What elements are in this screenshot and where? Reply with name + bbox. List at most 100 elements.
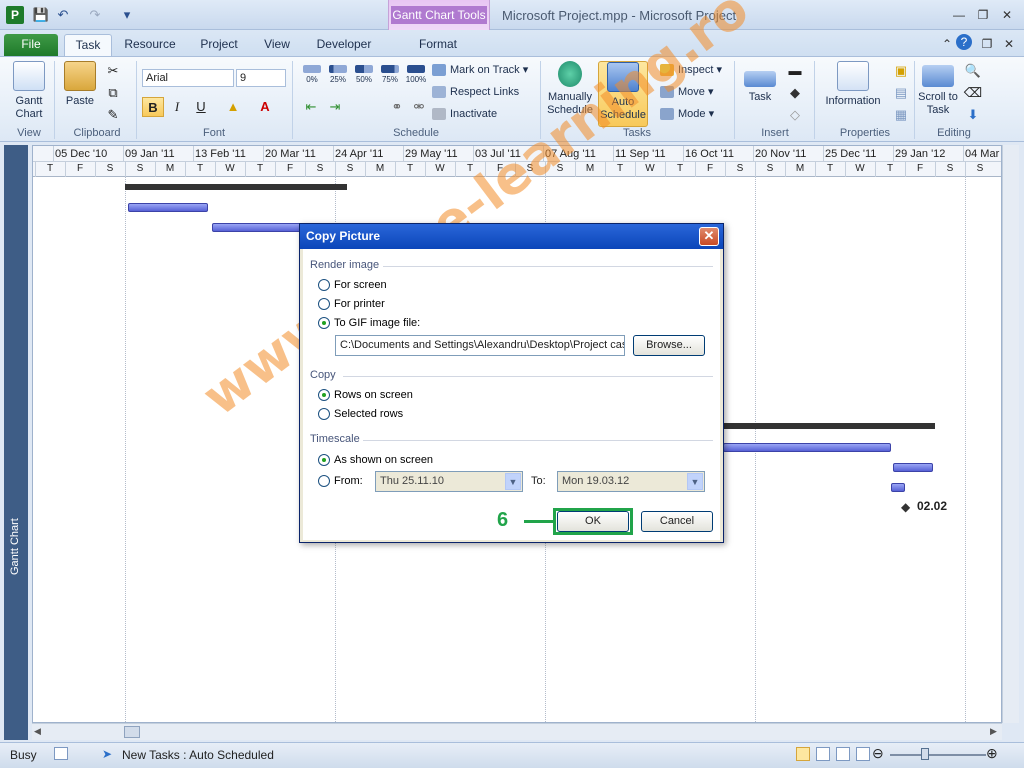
radio-button[interactable] — [318, 408, 330, 421]
percent-complete-button[interactable]: 100% — [404, 65, 428, 89]
mode-button[interactable]: Mode ▾ — [660, 105, 714, 123]
help-icon[interactable]: ? — [956, 34, 972, 50]
vertical-scrollbar[interactable] — [1002, 145, 1019, 723]
summary-task-icon[interactable]: ▬ — [784, 61, 806, 81]
radio-button[interactable] — [318, 298, 330, 311]
radio-button[interactable] — [318, 279, 330, 292]
mark-on-track-button[interactable]: Mark on Track ▾ — [432, 61, 528, 79]
redo-icon[interactable]: ↷ — [86, 6, 104, 24]
radio-for-printer[interactable]: For printer — [318, 298, 385, 311]
scroll-left-icon[interactable]: ◀ — [34, 726, 41, 737]
paste-button[interactable]: Paste — [60, 61, 100, 108]
dialog-title-bar[interactable]: Copy Picture — [300, 224, 723, 249]
zoom-slider[interactable] — [890, 754, 986, 756]
ribbon-close-icon[interactable]: ✕ — [1000, 36, 1018, 52]
tab-file[interactable]: File — [4, 34, 58, 56]
resource-sheet-shortcut-icon[interactable] — [856, 747, 870, 761]
copy-icon[interactable]: ⧉ — [102, 83, 124, 103]
tab-view[interactable]: View — [254, 34, 300, 56]
tab-format[interactable]: Format — [400, 34, 476, 56]
link-tasks-icon[interactable]: ⚭ — [386, 97, 408, 117]
deliverable-icon[interactable]: ◇ — [784, 105, 806, 125]
chevron-down-icon[interactable]: ▼ — [687, 473, 703, 490]
milestone-icon[interactable]: ◆ — [784, 83, 806, 103]
minimize-icon[interactable]: — — [950, 7, 968, 23]
gif-file-path-field[interactable]: C:\Documents and Settings\Alexandru\Desk… — [335, 335, 625, 356]
gantt-view-shortcut-icon[interactable] — [796, 747, 810, 761]
ribbon-restore-icon[interactable]: ❐ — [978, 36, 996, 52]
customize-quick-access-icon[interactable]: ▾ — [118, 6, 136, 24]
percent-complete-button[interactable]: 75% — [378, 65, 402, 89]
fill-down-icon[interactable]: ⬇ — [962, 105, 984, 125]
radio-for-screen[interactable]: For screen — [318, 279, 387, 292]
tab-project[interactable]: Project — [188, 34, 250, 56]
radio-button-selected[interactable] — [318, 317, 330, 330]
save-icon[interactable]: 💾 — [32, 6, 50, 24]
radio-to-gif-file[interactable]: To GIF image file: — [318, 317, 420, 330]
cancel-button[interactable]: Cancel — [641, 511, 713, 532]
horizontal-scrollbar[interactable]: ◀ ▶ — [32, 723, 1002, 740]
team-planner-shortcut-icon[interactable] — [836, 747, 850, 761]
minimize-ribbon-icon[interactable]: ⌃ — [938, 36, 956, 52]
percent-complete-button[interactable]: 50% — [352, 65, 376, 89]
dialog-close-icon[interactable]: ✕ — [699, 227, 719, 246]
task-bar[interactable] — [723, 443, 891, 452]
cut-icon[interactable]: ✂ — [102, 61, 124, 81]
view-bar[interactable]: Gantt Chart — [4, 145, 28, 740]
task-usage-shortcut-icon[interactable] — [816, 747, 830, 761]
zoom-out-icon[interactable]: ⊖ — [872, 745, 884, 762]
outdent-icon[interactable]: ⇤ — [300, 97, 322, 117]
radio-selected-rows[interactable]: Selected rows — [318, 408, 403, 421]
font-color-icon[interactable]: A — [254, 97, 276, 117]
percent-complete-button[interactable]: 25% — [326, 65, 350, 89]
horizontal-scroll-thumb[interactable] — [124, 726, 140, 738]
task-bar[interactable] — [128, 203, 208, 212]
new-tasks-mode[interactable]: New Tasks : Auto Scheduled — [122, 748, 274, 762]
details-icon[interactable]: ▤ — [890, 83, 912, 103]
radio-button-selected[interactable] — [318, 454, 330, 467]
macro-record-icon[interactable] — [54, 747, 68, 760]
milestone-icon[interactable]: ◆ — [901, 500, 910, 514]
find-icon[interactable]: 🔍 — [962, 61, 984, 81]
radio-button-selected[interactable] — [318, 389, 330, 402]
from-date-field[interactable]: Thu 25.11.10 ▼ — [375, 471, 523, 492]
close-icon[interactable]: ✕ — [998, 7, 1016, 23]
percent-complete-button[interactable]: 0% — [300, 65, 324, 89]
task-bar[interactable] — [212, 223, 312, 232]
bold-button[interactable]: B — [142, 97, 164, 117]
chevron-down-icon[interactable]: ▼ — [505, 473, 521, 490]
insert-task-button[interactable]: Task — [742, 61, 778, 104]
underline-button[interactable]: U — [190, 97, 212, 117]
respect-links-button[interactable]: Respect Links — [432, 83, 519, 101]
tab-developer[interactable]: Developer — [306, 34, 382, 56]
summary-bar[interactable] — [125, 184, 347, 190]
new-tasks-icon[interactable]: ➤ — [102, 747, 112, 761]
summary-bar[interactable] — [723, 423, 935, 429]
radio-rows-on-screen[interactable]: Rows on screen — [318, 389, 413, 402]
scroll-right-icon[interactable]: ▶ — [990, 726, 997, 737]
fill-color-icon[interactable]: ▲ — [222, 97, 244, 117]
tab-resource[interactable]: Resource — [118, 34, 182, 56]
undo-icon[interactable]: ↶ — [54, 6, 72, 24]
clear-icon[interactable]: ⌫ — [962, 83, 984, 103]
restore-icon[interactable]: ❐ — [974, 7, 992, 23]
to-date-field[interactable]: Mon 19.03.12 ▼ — [557, 471, 705, 492]
task-bar[interactable] — [893, 463, 933, 472]
zoom-slider-thumb[interactable] — [921, 748, 929, 760]
radio-from[interactable]: From: — [318, 475, 363, 488]
scroll-to-task-button[interactable]: Scroll to Task — [918, 61, 958, 117]
add-to-timeline-icon[interactable]: ▦ — [890, 105, 912, 125]
task-bar[interactable] — [891, 483, 905, 492]
zoom-in-icon[interactable]: ⊕ — [986, 745, 998, 762]
indent-icon[interactable]: ⇥ — [324, 97, 346, 117]
radio-as-shown-on-screen[interactable]: As shown on screen — [318, 454, 433, 467]
gantt-chart-button[interactable]: Gantt Chart — [6, 61, 52, 121]
font-name-combo[interactable]: Arial — [142, 69, 234, 87]
browse-button[interactable]: Browse... — [633, 335, 705, 356]
information-button[interactable]: Information — [820, 61, 886, 108]
italic-button[interactable]: I — [166, 97, 188, 117]
font-size-combo[interactable]: 9 — [236, 69, 286, 87]
tab-task[interactable]: Task — [64, 34, 112, 56]
inactivate-button[interactable]: Inactivate — [432, 105, 497, 123]
format-painter-icon[interactable]: ✎ — [102, 105, 124, 125]
